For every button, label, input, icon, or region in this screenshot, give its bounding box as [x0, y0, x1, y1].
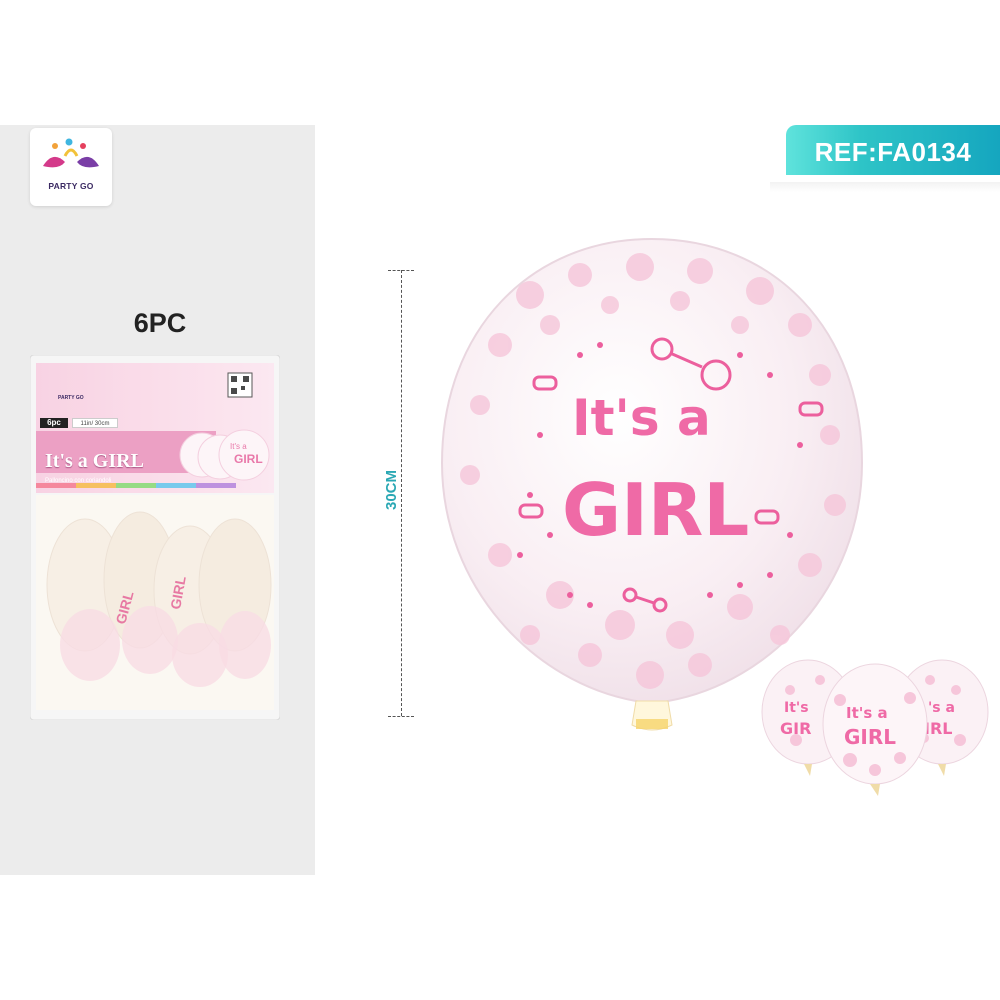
package-pieces-badge: 6pc — [40, 418, 68, 428]
balloon-set-thumbnail: It's GIR 's a IRL It's a GIRL — [761, 659, 989, 796]
svg-text:It's: It's — [784, 700, 809, 716]
reference-code: REF:FA0134 — [814, 137, 972, 167]
svg-text:It's a: It's a — [846, 704, 888, 722]
balloon-print-line2: GIRL — [562, 468, 749, 552]
svg-text:GIR: GIR — [780, 719, 811, 738]
package-subtitle: Palloncino con coriandoli — [45, 478, 112, 484]
package-brand-name: PARTY GO — [58, 395, 84, 401]
reference-tag: REF:FA0134 — [786, 125, 1000, 175]
dimension-cap-bottom — [388, 716, 414, 717]
package-size-label: 11in/ 30cm — [72, 418, 118, 428]
party-mask-icon — [43, 138, 99, 168]
svg-text:IRL: IRL — [924, 719, 952, 738]
package-image: GIRL It's a GIRL GIRL — [30, 355, 280, 720]
pieces-count: 6PC — [133, 308, 187, 338]
svg-text:GIRL: GIRL — [844, 725, 896, 749]
balloon-print-line1: It's a — [572, 389, 711, 447]
svg-text:'s a: 's a — [928, 700, 955, 716]
brand-name: PARTY GO — [48, 181, 94, 191]
dimension-label: 30CM — [383, 470, 400, 511]
brand-logo: PARTY GO — [30, 128, 112, 206]
package-title: It's a GIRL — [45, 450, 144, 472]
reference-tag-shadow — [770, 182, 1000, 192]
